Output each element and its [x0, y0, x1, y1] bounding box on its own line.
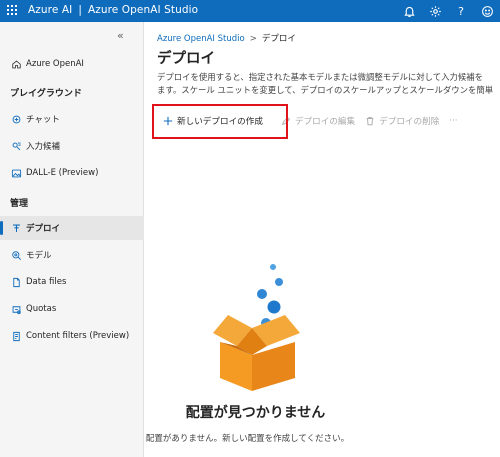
more-options-button[interactable]: ···	[449, 109, 457, 133]
bell-icon[interactable]	[396, 0, 422, 22]
waffle-icon[interactable]	[7, 5, 19, 17]
sidebar-item-label: Data files	[26, 277, 67, 287]
sidebar-item-completions[interactable]: 入力候補	[0, 134, 144, 158]
collapse-sidebar-icon[interactable]: «	[117, 29, 124, 42]
models-icon	[10, 249, 22, 261]
description-line-1: デプロイを使用すると、指定された基本モデルまたは微調整モデルに対して入力候補を	[157, 72, 484, 82]
sidebar-item-label: モデル	[26, 251, 52, 261]
sidebar-item-label: 入力候補	[26, 142, 61, 152]
home-icon	[10, 58, 22, 70]
page-title: デプロイ	[157, 51, 215, 67]
trash-icon	[365, 116, 375, 126]
sidebar-item-label: Azure OpenAI	[26, 59, 84, 69]
more-icon: ···	[449, 116, 458, 126]
edit-deployment-button[interactable]: デプロイの編集	[281, 109, 355, 133]
filter-document-icon	[10, 330, 22, 342]
brand-azure-ai: Azure AI	[28, 4, 73, 16]
top-bar: Azure AI | Azure OpenAI Studio ?	[0, 0, 500, 22]
page-description: デプロイを使用すると、指定された基本モデルまたは微調整モデルに対して入力候補を …	[157, 71, 500, 97]
sidebar-item-chat[interactable]: チャット	[0, 107, 144, 131]
delete-deployment-label: デプロイの削除	[379, 117, 440, 127]
section-playground: プレイグラウンド	[10, 89, 82, 99]
brand-separator: |	[78, 4, 82, 16]
breadcrumb-chevron: >	[249, 34, 257, 44]
sidebar-item-label: Quotas	[26, 304, 57, 314]
empty-box-illustration	[213, 264, 300, 391]
sidebar-item-deployments[interactable]: デプロイ	[0, 216, 144, 240]
edit-deployment-label: デプロイの編集	[294, 117, 356, 127]
sidebar-item-quotas[interactable]: Quotas	[0, 297, 144, 321]
deployments-icon	[10, 222, 22, 234]
sidebar-item-label: デプロイ	[26, 224, 61, 234]
sidebar-item-data-files[interactable]: Data files	[0, 270, 144, 294]
delete-deployment-button[interactable]: デプロイの削除	[365, 109, 439, 133]
breadcrumb: Azure OpenAI Studio > デプロイ	[157, 32, 296, 44]
sidebar-item-dalle[interactable]: DALL-E (Preview)	[0, 161, 144, 185]
empty-state-message: 配置がありません。新しい配置を作成してください。	[145, 434, 350, 444]
brand-product: Azure OpenAI Studio	[87, 4, 199, 16]
section-manage: 管理	[10, 199, 29, 209]
completions-icon	[10, 140, 22, 152]
brand-title[interactable]: Azure AI | Azure OpenAI Studio	[28, 4, 198, 16]
file-icon	[10, 276, 22, 288]
sidebar-item-label: DALL-E (Preview)	[26, 168, 99, 178]
gear-icon[interactable]	[422, 0, 448, 22]
create-button-highlight-box	[152, 104, 288, 139]
sidebar-item-home[interactable]: Azure OpenAI	[0, 52, 144, 76]
breadcrumb-current: デプロイ	[261, 34, 296, 44]
breadcrumb-root-link[interactable]: Azure OpenAI Studio	[157, 34, 245, 44]
quota-icon	[10, 303, 22, 315]
empty-state-title: 配置が見つかりません	[185, 405, 326, 421]
smiley-icon[interactable]	[474, 0, 500, 22]
description-line-2: ます。スケール ユニットを変更して、デプロイのスケールアップとスケールダウンを簡…	[157, 85, 494, 95]
sidebar: « Azure OpenAI プレイグラウンド チャット 入力候補 DALL-E…	[0, 22, 144, 457]
sidebar-item-label: チャット	[26, 115, 60, 125]
sidebar-item-content-filters[interactable]: Content filters (Preview)	[0, 324, 144, 348]
help-icon[interactable]: ?	[448, 0, 474, 22]
chat-icon	[10, 113, 22, 125]
image-icon	[10, 167, 22, 179]
sidebar-item-models[interactable]: モデル	[0, 243, 144, 267]
sidebar-item-label: Content filters (Preview)	[26, 331, 130, 341]
help-glyph: ?	[458, 4, 464, 18]
